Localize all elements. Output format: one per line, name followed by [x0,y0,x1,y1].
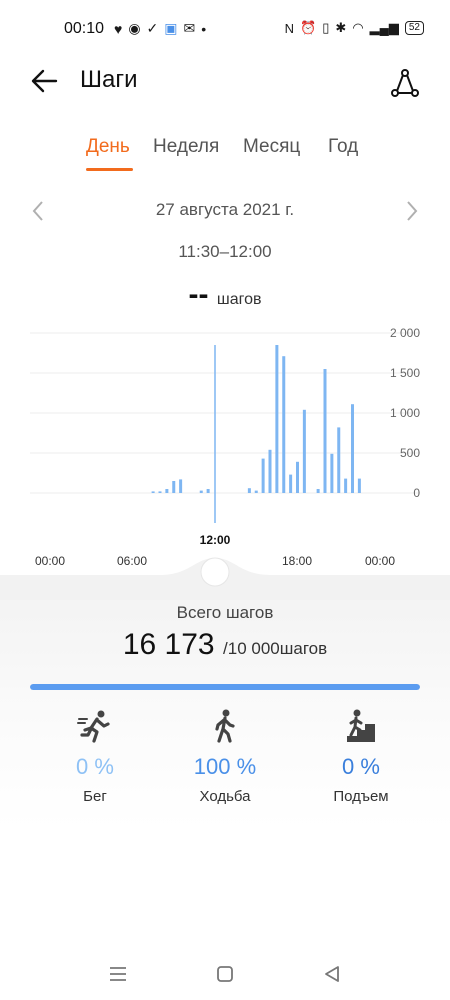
period-tabs: День Неделя Месяц Год [0,136,450,176]
selected-steps: -- шагов [0,278,450,312]
chart-bar[interactable] [316,489,320,493]
chart-bar[interactable] [172,481,176,493]
running-label: Бег [83,788,107,805]
chart-bar[interactable] [165,489,169,493]
notification-icons: ♥ ◉ ✓ ▣ ✉ • [114,20,206,37]
vibrate-icon: ▯ [322,20,330,35]
chart-bar[interactable] [247,488,251,493]
chart-bar[interactable] [323,369,327,493]
climbing-icon [347,709,375,742]
chart-bar[interactable] [302,409,306,493]
walking-icon [215,709,235,743]
bluetooth-icon: ✱ [335,20,347,35]
status-time: 00:10 [64,20,105,37]
tab-year[interactable]: Год [328,136,358,158]
chart-bar[interactable] [179,479,183,493]
date-navigation: 27 августа 2021 г. [0,196,450,226]
battery-icon: 52 [404,21,424,35]
scrubber-handle[interactable] [200,557,230,587]
tab-day[interactable]: День [86,136,130,158]
active-tab-indicator [86,168,133,171]
chart-bar[interactable] [344,478,348,493]
y-tick-label: 1 000 [390,406,420,420]
selected-steps-value: -- [188,278,209,311]
y-tick-label: 1 500 [390,366,420,380]
chart-bar[interactable] [351,404,354,493]
alarm-icon: ⏰ [300,20,317,35]
chart-bar[interactable] [199,490,203,493]
route-icon[interactable] [388,66,422,100]
activity-walking: 100 % Ходьба [165,708,285,805]
selected-time-range: 11:30–12:00 [178,242,272,261]
system-icons: N ⏰ ▯ ✱ ◠ ▂▄▆ 52 [285,20,424,36]
tab-week[interactable]: Неделя [153,136,219,158]
check-icon: ✓ [146,20,159,36]
back-arrow-icon[interactable] [28,64,62,98]
page-title: Шаги [80,66,138,93]
nfc-icon: N [284,20,295,36]
chart-bar[interactable] [330,453,334,493]
menu-icon[interactable] [106,962,130,986]
home-icon[interactable] [213,962,237,986]
chevron-right-icon[interactable] [402,196,422,226]
walking-percent: 100 % [193,754,257,779]
total-steps-label: Всего шагов [176,603,274,622]
heart-icon: ♥ [114,20,123,37]
chart-bar[interactable] [158,491,162,493]
climbing-percent: 0 % [342,754,380,779]
goal-progress-fill [30,684,420,690]
activity-climbing: 0 % Подъем [301,708,421,805]
activity-running: 0 % Бег [35,708,155,805]
header: Шаги [0,60,450,110]
system-navigation-bar [0,950,450,1000]
chart-bar[interactable] [151,491,155,493]
y-tick-label: 500 [400,446,420,460]
app-icon: ▣ [164,20,178,36]
chart-bar[interactable] [261,458,265,493]
steps-bar-chart[interactable]: 2 0001 5001 000500012:0000:00 06:00 18:00 0… [0,325,450,575]
goal-progress-bar [30,684,420,690]
chart-bar[interactable] [296,461,299,493]
chart-bar[interactable] [268,449,272,493]
y-tick-label: 0 [413,486,420,500]
total-steps-value: 16 173 [122,628,215,661]
chart-bar[interactable] [289,474,293,493]
wifi-icon: ◠ [352,20,364,35]
chart-bar[interactable] [282,356,286,493]
walking-label: Ходьба [199,788,251,805]
running-percent: 0 % [76,754,114,779]
selected-time-label: 12:00 [200,533,231,547]
signal-icon: ▂▄▆ [369,20,399,35]
chart-bar[interactable] [275,345,279,493]
climbing-label: Подъем [333,788,389,805]
date-label: 27 августа 2021 г. [155,200,295,219]
y-tick-label: 2 000 [390,326,420,340]
status-bar: 00:10 ♥ ◉ ✓ ▣ ✉ • N ⏰ ▯ ✱ ◠ ▂▄▆ 52 [0,0,450,60]
selected-steps-unit: шагов [216,291,262,308]
chart-bar[interactable] [337,427,341,493]
chart-bar[interactable] [254,490,258,493]
chart-bar[interactable] [357,478,361,493]
tab-month[interactable]: Месяц [243,136,300,158]
total-steps: 16 173 /10 000шагов [0,628,450,662]
steps-goal: /10 000шагов [223,639,328,658]
dot-icon: • [201,20,207,37]
chart-bar[interactable] [206,489,210,493]
app-icon: ◉ [128,20,141,36]
running-icon [77,710,110,743]
chart-scrubber[interactable] [0,550,450,600]
mail-icon: ✉ [183,20,196,36]
back-nav-icon[interactable] [320,962,344,986]
